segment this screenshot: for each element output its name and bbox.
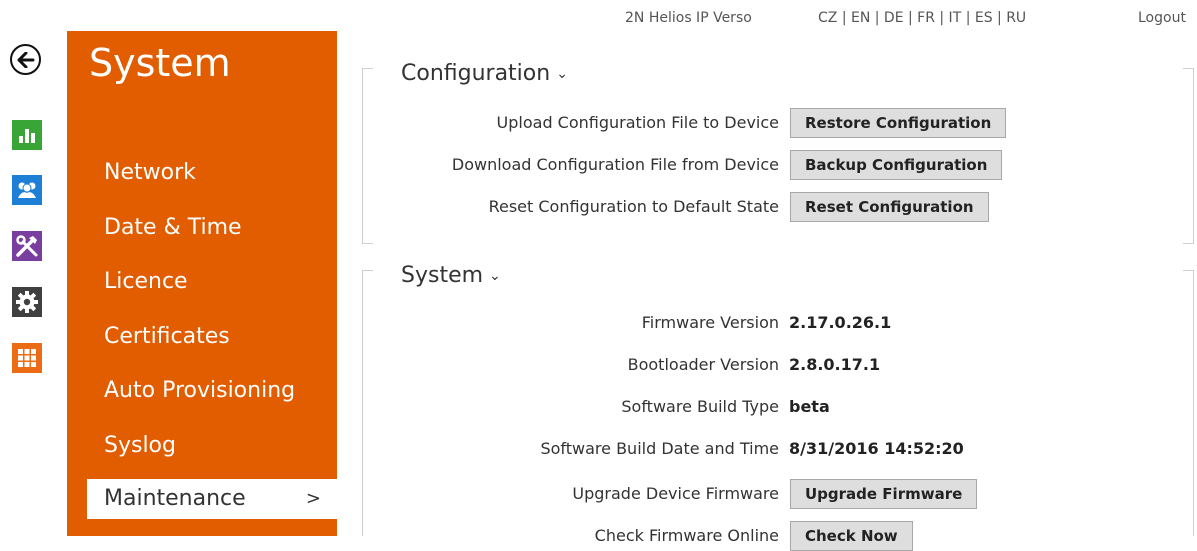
firmware-version-value: 2.17.0.26.1 <box>789 313 892 332</box>
bar-chart-icon <box>19 129 35 143</box>
restore-configuration-button[interactable]: Restore Configuration <box>790 108 1007 138</box>
sidebar-item-label: Certificates <box>104 324 230 349</box>
config-row-reset: Reset Configuration to Default State Res… <box>363 192 1193 222</box>
sidebar-item-date-time[interactable]: Date & Time <box>87 208 337 248</box>
build-type-value: beta <box>789 397 830 416</box>
check-now-button[interactable]: Check Now <box>790 521 913 551</box>
row-label: Firmware Version <box>641 313 779 332</box>
sidebar-item-label: Maintenance <box>104 486 246 511</box>
row-label: Reset Configuration to Default State <box>488 197 779 216</box>
row-label: Upload Configuration File to Device <box>496 113 779 132</box>
back-button[interactable] <box>10 44 41 75</box>
sidebar-item-network[interactable]: Network <box>87 153 337 193</box>
configuration-section-title[interactable]: Configuration ⌄ <box>401 61 568 86</box>
logout-link[interactable]: Logout <box>1138 10 1186 26</box>
sidebar-item-licence[interactable]: Licence <box>87 262 337 302</box>
users-icon <box>18 182 36 198</box>
build-date-value: 8/31/2016 14:52:20 <box>789 439 964 458</box>
sidebar-item-label: Syslog <box>104 433 176 458</box>
grid-icon <box>18 349 36 367</box>
directory-menu-button[interactable] <box>12 175 42 205</box>
sidebar-item-label: Date & Time <box>104 215 242 240</box>
language-selector[interactable]: CZ | EN | DE | FR | IT | ES | RU <box>818 10 1026 26</box>
check-firmware-row: Check Firmware Online Check Now <box>363 521 1193 551</box>
status-menu-button[interactable] <box>12 120 42 150</box>
sidebar-item-label: Network <box>104 160 196 185</box>
services-menu-button[interactable] <box>12 287 42 317</box>
hardware-menu-button[interactable] <box>12 231 42 261</box>
row-label: Upgrade Device Firmware <box>572 484 779 503</box>
sidebar-item-syslog[interactable]: Syslog <box>87 426 337 466</box>
row-label: Download Configuration File from Device <box>451 155 779 174</box>
config-row-restore: Upload Configuration File to Device Rest… <box>363 108 1193 138</box>
device-name: 2N Helios IP Verso <box>625 10 752 26</box>
backup-configuration-button[interactable]: Backup Configuration <box>790 150 1003 180</box>
firmware-version-row: Firmware Version 2.17.0.26.1 <box>363 308 1193 338</box>
chevron-right-icon: > <box>305 488 321 509</box>
upgrade-firmware-button[interactable]: Upgrade Firmware <box>790 479 978 509</box>
system-sidebar: System Network Date & Time Licence Certi… <box>67 31 337 536</box>
bootloader-version-value: 2.8.0.17.1 <box>789 355 881 374</box>
section-title-text: Configuration <box>401 61 551 86</box>
gear-icon <box>16 291 38 313</box>
build-date-row: Software Build Date and Time 8/31/2016 1… <box>363 434 1193 464</box>
chevron-down-icon: ⌄ <box>489 268 501 284</box>
system-panel: System ⌄ Firmware Version 2.17.0.26.1 Boo… <box>362 263 1194 551</box>
section-title-text: System <box>401 263 484 288</box>
sidebar-item-certificates[interactable]: Certificates <box>87 317 337 357</box>
build-type-row: Software Build Type beta <box>363 392 1193 422</box>
back-arrow-icon <box>17 51 34 68</box>
row-label: Software Build Date and Time <box>540 439 779 458</box>
system-menu-button[interactable] <box>12 343 42 373</box>
system-section-title[interactable]: System ⌄ <box>401 263 501 288</box>
row-label: Check Firmware Online <box>594 526 779 545</box>
top-bar: 2N Helios IP Verso CZ | EN | DE | FR | I… <box>0 10 1197 32</box>
row-label: Software Build Type <box>621 397 779 416</box>
row-label: Bootloader Version <box>627 355 779 374</box>
upgrade-firmware-row: Upgrade Device Firmware Upgrade Firmware <box>363 479 1193 509</box>
chevron-down-icon: ⌄ <box>556 66 568 82</box>
sidebar-item-label: Auto Provisioning <box>104 378 296 403</box>
configuration-panel: Configuration ⌄ Upload Configuration File… <box>362 61 1194 244</box>
sidebar-item-auto-provisioning[interactable]: Auto Provisioning <box>87 371 337 411</box>
config-row-backup: Download Configuration File from Device … <box>363 150 1193 180</box>
tools-icon <box>16 235 38 257</box>
bootloader-version-row: Bootloader Version 2.8.0.17.1 <box>363 350 1193 380</box>
sidebar-item-label: Licence <box>104 269 188 294</box>
reset-configuration-button[interactable]: Reset Configuration <box>790 192 989 222</box>
sidebar-title: System <box>89 41 231 85</box>
sidebar-item-maintenance[interactable]: Maintenance > <box>87 479 337 519</box>
